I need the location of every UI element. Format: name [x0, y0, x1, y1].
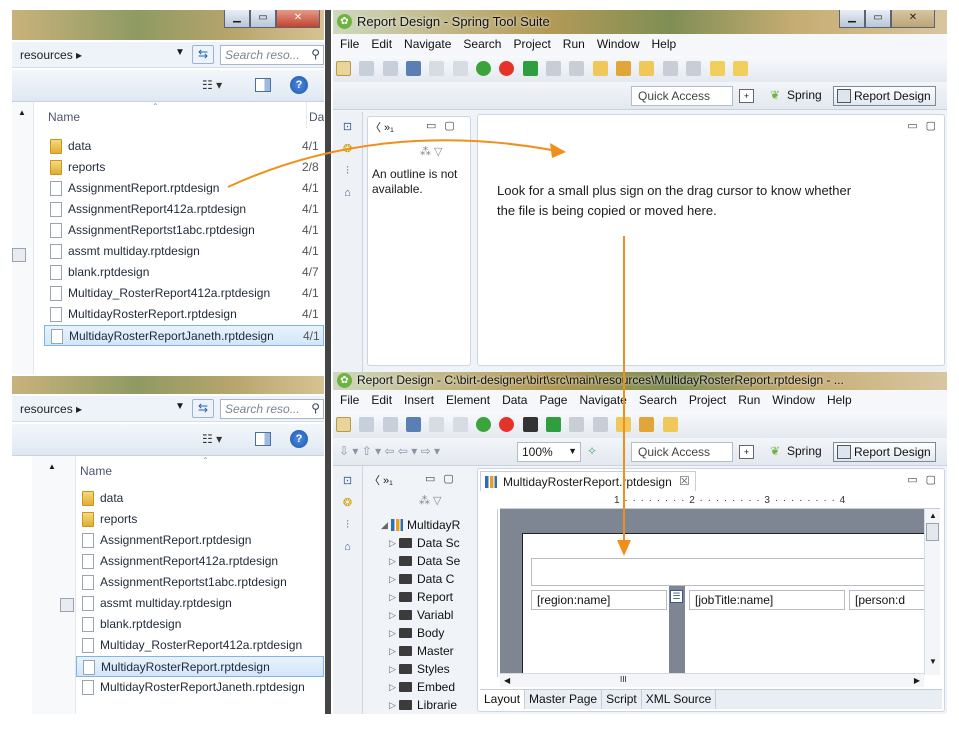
drag-arrows [227, 139, 631, 556]
drag-arrow-curve [227, 139, 553, 188]
drag-arrow-head [550, 143, 566, 158]
drop-arrow-head [617, 540, 631, 556]
